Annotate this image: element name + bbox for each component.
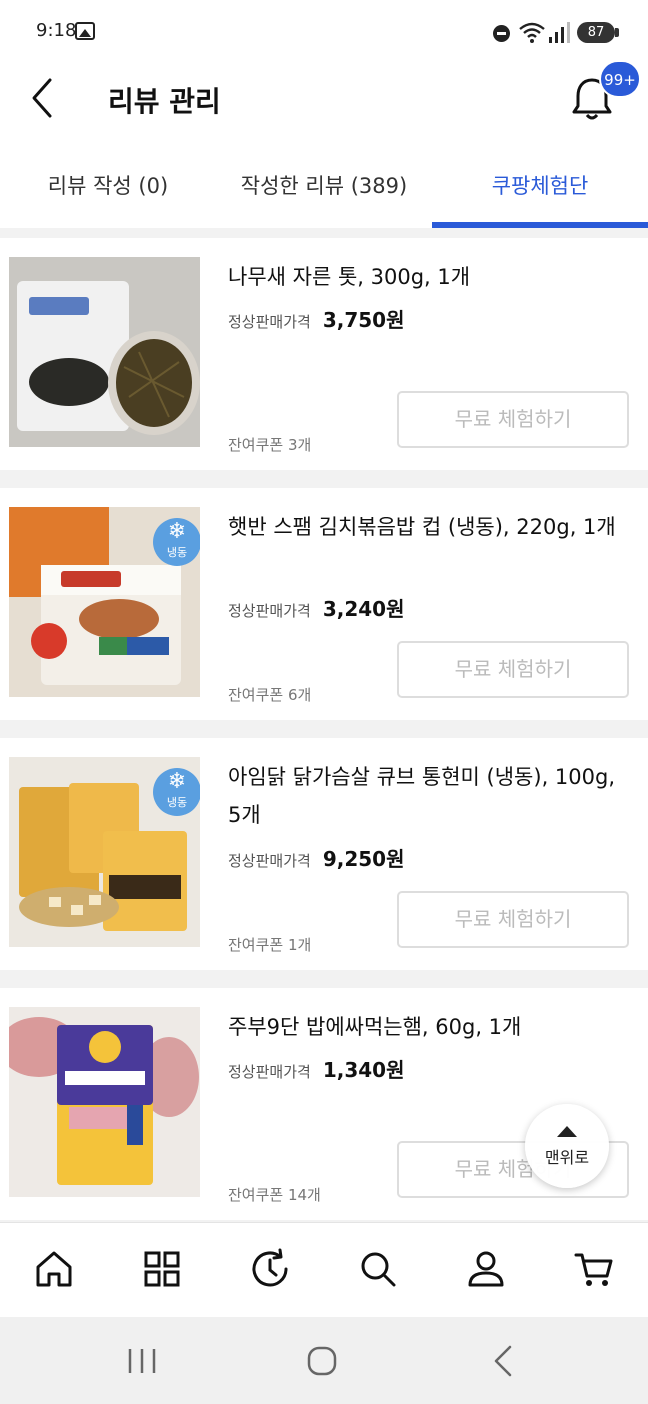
- tab-bar: 리뷰 작성 (0) 작성한 리뷰 (389) 쿠팡체험단: [0, 148, 648, 228]
- gallery-icon: [75, 22, 95, 40]
- nav-search[interactable]: [354, 1245, 402, 1293]
- home-circle-icon: [307, 1346, 337, 1376]
- list-item[interactable]: ❄ 냉동 아임닭 닭가슴살 큐브 통현미 (냉동), 100g, 5개 정상판매…: [0, 738, 648, 970]
- battery-icon: 87: [577, 22, 619, 43]
- frozen-badge: ❄ 냉동: [153, 518, 200, 566]
- product-image: ❄ 냉동: [9, 757, 200, 947]
- nav-cart[interactable]: [570, 1245, 618, 1293]
- list-item[interactable]: 주부9단 밥에싸먹는햄, 60g, 1개 정상판매가격 1,340원 잔여쿠폰 1…: [0, 988, 648, 1220]
- price-label: 정상판매가격: [228, 602, 311, 620]
- home-icon: [36, 1251, 72, 1287]
- arrow-up-icon: [557, 1126, 577, 1137]
- tab-write-review[interactable]: 리뷰 작성 (0): [0, 148, 216, 228]
- tab-coupang-trial[interactable]: 쿠팡체험단: [432, 148, 648, 228]
- price-label: 정상판매가격: [228, 852, 311, 870]
- product-name[interactable]: 주부9단 밥에싸먹는햄, 60g, 1개: [228, 1008, 623, 1046]
- list-item[interactable]: ❄ 냉동 햇반 스팸 김치볶음밥 컵 (냉동), 220g, 1개 정상판매가격…: [0, 488, 648, 720]
- nav-history[interactable]: [246, 1245, 294, 1293]
- notification-badge: 99+: [599, 60, 641, 98]
- price-label: 정상판매가격: [228, 1063, 311, 1081]
- my-account-icon: [468, 1251, 504, 1287]
- search-icon: [361, 1252, 396, 1287]
- remaining-coupons: 잔여쿠폰 1개: [228, 936, 312, 954]
- do-not-disturb-icon: [493, 25, 510, 42]
- system-back-icon: [494, 1345, 512, 1377]
- snowflake-icon: ❄: [167, 769, 187, 794]
- product-image: [9, 1007, 200, 1197]
- list-item[interactable]: 나무새 자른 톳, 300g, 1개 정상판매가격 3,750원 잔여쿠폰 3개 …: [0, 238, 648, 470]
- snowflake-icon: ❄: [167, 519, 187, 544]
- price-row: 정상판매가격 9,250원: [228, 843, 404, 872]
- remaining-coupons: 잔여쿠폰 14개: [228, 1186, 321, 1204]
- price-label: 정상판매가격: [228, 313, 311, 331]
- price-row: 정상판매가격 1,340원: [228, 1054, 404, 1083]
- system-navigation-bar: [0, 1317, 648, 1404]
- product-image: [9, 257, 200, 447]
- product-list[interactable]: 나무새 자른 톳, 300g, 1개 정상판매가격 3,750원 잔여쿠폰 3개 …: [0, 228, 648, 1222]
- product-name[interactable]: 아임닭 닭가슴살 큐브 통현미 (냉동), 100g, 5개: [228, 758, 623, 834]
- price-value: 3,240원: [322, 597, 405, 621]
- product-image: ❄ 냉동: [9, 507, 200, 697]
- frozen-badge: ❄ 냉동: [153, 768, 200, 816]
- nav-category[interactable]: [138, 1245, 186, 1293]
- frozen-label: 냉동: [166, 796, 188, 809]
- status-bar: 9:18 87: [0, 0, 648, 64]
- price-row: 정상판매가격 3,240원: [228, 593, 404, 622]
- back-button[interactable]: [22, 72, 66, 124]
- price-row: 정상판매가격 3,750원: [228, 304, 404, 333]
- price-value: 9,250원: [322, 847, 405, 871]
- free-trial-button[interactable]: 무료 체험하기: [397, 391, 629, 448]
- system-home-button[interactable]: [302, 1341, 342, 1381]
- history-icon: [252, 1248, 288, 1287]
- chevron-left-icon: [32, 78, 52, 118]
- system-back-button[interactable]: [484, 1341, 524, 1381]
- nav-my-account[interactable]: [462, 1245, 510, 1293]
- tab-written-reviews[interactable]: 작성한 리뷰 (389): [216, 148, 432, 228]
- nav-home[interactable]: [30, 1245, 78, 1293]
- category-icon: [144, 1251, 180, 1287]
- scroll-to-top-button[interactable]: 맨위로: [525, 1104, 609, 1188]
- recent-apps-button[interactable]: [122, 1341, 162, 1381]
- product-name[interactable]: 햇반 스팸 김치볶음밥 컵 (냉동), 220g, 1개: [228, 508, 623, 546]
- price-value: 3,750원: [322, 308, 405, 332]
- remaining-coupons: 잔여쿠폰 6개: [228, 686, 312, 704]
- remaining-coupons: 잔여쿠폰 3개: [228, 436, 312, 454]
- cart-icon: [574, 1253, 613, 1286]
- free-trial-button[interactable]: 무료 체험하기: [397, 641, 629, 698]
- free-trial-button[interactable]: 무료 체험하기: [397, 891, 629, 948]
- frozen-label: 냉동: [166, 546, 188, 559]
- wifi-icon: [519, 22, 545, 43]
- status-time: 9:18: [36, 20, 77, 41]
- product-name[interactable]: 나무새 자른 톳, 300g, 1개: [228, 258, 623, 296]
- signal-icon: [549, 22, 570, 43]
- recent-apps-icon: [128, 1349, 156, 1373]
- bottom-navigation: [0, 1222, 648, 1317]
- price-value: 1,340원: [322, 1058, 405, 1082]
- scroll-to-top-label: 맨위로: [544, 1148, 590, 1167]
- page-title: 리뷰 관리: [108, 85, 221, 118]
